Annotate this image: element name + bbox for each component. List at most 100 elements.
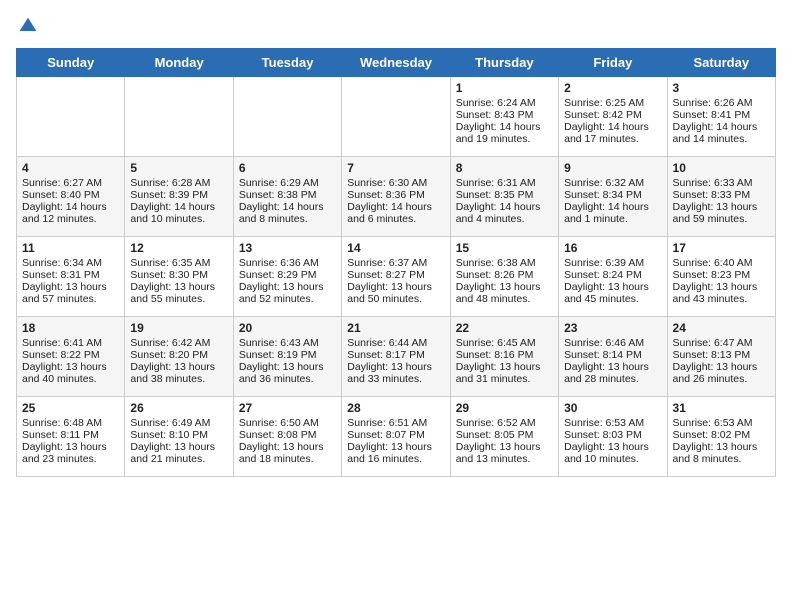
day-info-line: and 40 minutes.: [22, 373, 119, 385]
day-of-week-header: Saturday: [667, 49, 775, 77]
day-number: 3: [673, 81, 770, 95]
calendar-table: SundayMondayTuesdayWednesdayThursdayFrid…: [16, 48, 776, 477]
day-info-line: Daylight: 13 hours: [673, 441, 770, 453]
day-info-line: Sunrise: 6:45 AM: [456, 337, 553, 349]
day-number: 22: [456, 321, 553, 335]
calendar-day-cell: 27Sunrise: 6:50 AMSunset: 8:08 PMDayligh…: [233, 397, 341, 477]
day-info-line: Daylight: 14 hours: [673, 121, 770, 133]
day-info-line: Sunrise: 6:33 AM: [673, 177, 770, 189]
calendar-day-cell: 12Sunrise: 6:35 AMSunset: 8:30 PMDayligh…: [125, 237, 233, 317]
calendar-day-cell: 25Sunrise: 6:48 AMSunset: 8:11 PMDayligh…: [17, 397, 125, 477]
calendar-day-cell: 3Sunrise: 6:26 AMSunset: 8:41 PMDaylight…: [667, 77, 775, 157]
day-info-line: and 26 minutes.: [673, 373, 770, 385]
calendar-day-cell: 22Sunrise: 6:45 AMSunset: 8:16 PMDayligh…: [450, 317, 558, 397]
calendar-day-cell: 1Sunrise: 6:24 AMSunset: 8:43 PMDaylight…: [450, 77, 558, 157]
day-info-line: Sunrise: 6:49 AM: [130, 417, 227, 429]
day-of-week-header: Monday: [125, 49, 233, 77]
day-number: 1: [456, 81, 553, 95]
day-number: 4: [22, 161, 119, 175]
day-number: 27: [239, 401, 336, 415]
day-info-line: Sunset: 8:43 PM: [456, 109, 553, 121]
day-info-line: Sunset: 8:19 PM: [239, 349, 336, 361]
day-info-line: and 48 minutes.: [456, 293, 553, 305]
day-info-line: Sunset: 8:30 PM: [130, 269, 227, 281]
day-info-line: Sunset: 8:20 PM: [130, 349, 227, 361]
day-info-line: Sunrise: 6:36 AM: [239, 257, 336, 269]
day-info-line: Daylight: 14 hours: [564, 201, 661, 213]
day-info-line: Sunset: 8:02 PM: [673, 429, 770, 441]
day-info-line: and 21 minutes.: [130, 453, 227, 465]
calendar-day-cell: 9Sunrise: 6:32 AMSunset: 8:34 PMDaylight…: [559, 157, 667, 237]
calendar-day-cell: 6Sunrise: 6:29 AMSunset: 8:38 PMDaylight…: [233, 157, 341, 237]
calendar-day-cell: 16Sunrise: 6:39 AMSunset: 8:24 PMDayligh…: [559, 237, 667, 317]
day-info-line: Daylight: 13 hours: [22, 281, 119, 293]
day-info-line: Daylight: 13 hours: [456, 441, 553, 453]
day-info-line: Sunset: 8:36 PM: [347, 189, 444, 201]
day-info-line: Sunset: 8:35 PM: [456, 189, 553, 201]
day-info-line: Daylight: 14 hours: [347, 201, 444, 213]
day-info-line: Sunset: 8:39 PM: [130, 189, 227, 201]
calendar-day-cell: 7Sunrise: 6:30 AMSunset: 8:36 PMDaylight…: [342, 157, 450, 237]
day-info-line: Sunset: 8:24 PM: [564, 269, 661, 281]
day-info-line: Sunrise: 6:37 AM: [347, 257, 444, 269]
calendar-week-row: 18Sunrise: 6:41 AMSunset: 8:22 PMDayligh…: [17, 317, 776, 397]
day-info-line: Daylight: 13 hours: [347, 361, 444, 373]
day-info-line: Sunrise: 6:27 AM: [22, 177, 119, 189]
calendar-day-cell: 24Sunrise: 6:47 AMSunset: 8:13 PMDayligh…: [667, 317, 775, 397]
logo-icon: [18, 16, 38, 36]
day-info-line: and 18 minutes.: [239, 453, 336, 465]
day-info-line: Sunset: 8:38 PM: [239, 189, 336, 201]
day-number: 2: [564, 81, 661, 95]
day-info-line: Sunrise: 6:34 AM: [22, 257, 119, 269]
day-info-line: and 8 minutes.: [239, 213, 336, 225]
calendar-header-row: SundayMondayTuesdayWednesdayThursdayFrid…: [17, 49, 776, 77]
day-number: 26: [130, 401, 227, 415]
day-info-line: Sunset: 8:29 PM: [239, 269, 336, 281]
day-number: 19: [130, 321, 227, 335]
day-info-line: and 4 minutes.: [456, 213, 553, 225]
day-info-line: and 8 minutes.: [673, 453, 770, 465]
day-info-line: Sunrise: 6:35 AM: [130, 257, 227, 269]
calendar-week-row: 4Sunrise: 6:27 AMSunset: 8:40 PMDaylight…: [17, 157, 776, 237]
day-info-line: and 10 minutes.: [130, 213, 227, 225]
day-info-line: Sunrise: 6:41 AM: [22, 337, 119, 349]
day-info-line: and 31 minutes.: [456, 373, 553, 385]
calendar-day-cell: 19Sunrise: 6:42 AMSunset: 8:20 PMDayligh…: [125, 317, 233, 397]
day-info-line: and 57 minutes.: [22, 293, 119, 305]
day-number: 29: [456, 401, 553, 415]
day-of-week-header: Wednesday: [342, 49, 450, 77]
calendar-day-cell: 29Sunrise: 6:52 AMSunset: 8:05 PMDayligh…: [450, 397, 558, 477]
day-info-line: and 52 minutes.: [239, 293, 336, 305]
day-number: 5: [130, 161, 227, 175]
day-number: 15: [456, 241, 553, 255]
day-info-line: Sunrise: 6:50 AM: [239, 417, 336, 429]
day-info-line: Sunset: 8:08 PM: [239, 429, 336, 441]
day-info-line: Sunset: 8:22 PM: [22, 349, 119, 361]
day-info-line: Sunrise: 6:26 AM: [673, 97, 770, 109]
calendar-day-cell: 4Sunrise: 6:27 AMSunset: 8:40 PMDaylight…: [17, 157, 125, 237]
day-number: 25: [22, 401, 119, 415]
day-info-line: Daylight: 14 hours: [456, 121, 553, 133]
day-info-line: Daylight: 14 hours: [130, 201, 227, 213]
day-info-line: Sunrise: 6:47 AM: [673, 337, 770, 349]
calendar-day-cell: 8Sunrise: 6:31 AMSunset: 8:35 PMDaylight…: [450, 157, 558, 237]
day-info-line: Daylight: 14 hours: [564, 121, 661, 133]
day-info-line: Daylight: 13 hours: [22, 361, 119, 373]
day-info-line: Sunset: 8:33 PM: [673, 189, 770, 201]
day-info-line: Sunset: 8:14 PM: [564, 349, 661, 361]
day-info-line: Daylight: 14 hours: [456, 201, 553, 213]
day-number: 31: [673, 401, 770, 415]
day-info-line: Daylight: 13 hours: [564, 361, 661, 373]
day-info-line: Sunrise: 6:30 AM: [347, 177, 444, 189]
day-info-line: and 33 minutes.: [347, 373, 444, 385]
day-number: 11: [22, 241, 119, 255]
day-info-line: and 55 minutes.: [130, 293, 227, 305]
day-info-line: Daylight: 13 hours: [22, 441, 119, 453]
calendar-day-cell: 10Sunrise: 6:33 AMSunset: 8:33 PMDayligh…: [667, 157, 775, 237]
day-number: 14: [347, 241, 444, 255]
calendar-day-cell: 26Sunrise: 6:49 AMSunset: 8:10 PMDayligh…: [125, 397, 233, 477]
day-info-line: Sunset: 8:05 PM: [456, 429, 553, 441]
day-info-line: Sunset: 8:03 PM: [564, 429, 661, 441]
day-info-line: and 14 minutes.: [673, 133, 770, 145]
day-info-line: Daylight: 13 hours: [130, 441, 227, 453]
